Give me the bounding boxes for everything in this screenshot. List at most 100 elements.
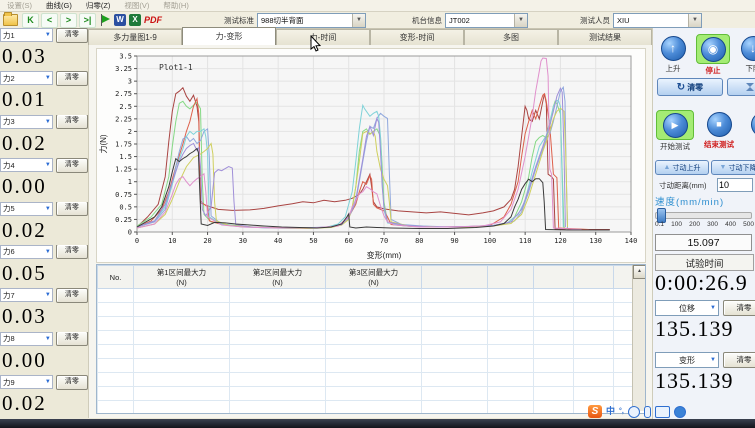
channel-clear-button[interactable]: 清零 [56, 245, 88, 260]
channel-clear-button[interactable]: 清零 [56, 332, 88, 347]
chevron-down-icon[interactable]: ▼ [45, 162, 51, 168]
channel-select[interactable]: 力4▼ [0, 158, 53, 172]
table-row[interactable] [98, 401, 647, 415]
test-standard-select[interactable]: 988切半背面▼ [257, 13, 366, 28]
machine-info-select[interactable]: JT002▼ [445, 13, 528, 28]
channel-select[interactable]: 力7▼ [0, 288, 53, 302]
table-row[interactable] [98, 289, 647, 303]
channel-clear-button[interactable]: 清零 [56, 71, 88, 86]
flag-icon[interactable] [99, 14, 111, 27]
end-test-button[interactable]: ■ 结束测试 [699, 110, 739, 150]
table-scrollbar[interactable]: ▲ [632, 265, 645, 411]
tab-5[interactable]: 多图 [464, 29, 558, 45]
jog-down-button[interactable]: ↓ 下降 [735, 34, 755, 74]
chevron-down-icon: ▼ [710, 305, 716, 311]
scrollbar-up-arrow[interactable]: ▲ [633, 265, 646, 279]
chevron-down-icon[interactable]: ▼ [45, 206, 51, 212]
sogou-ime-icon[interactable]: S [588, 405, 602, 418]
svg-text:1.5: 1.5 [119, 153, 132, 161]
chevron-down-icon[interactable]: ▼ [688, 14, 701, 27]
chevron-down-icon[interactable]: ▼ [45, 292, 51, 298]
stop-button[interactable]: ◉ 停止 [695, 34, 731, 76]
table-row[interactable] [98, 373, 647, 387]
tab-2[interactable]: 力-变形 [182, 27, 276, 45]
tab-4[interactable]: 变形-时间 [370, 29, 464, 45]
secondary-button[interactable] [727, 78, 755, 96]
displacement-select[interactable]: 位移 ▼ [655, 300, 719, 316]
speed-slider-track[interactable] [655, 212, 752, 219]
table-row[interactable] [98, 359, 647, 373]
pause-test-button[interactable]: ‖ 暂停 [743, 110, 755, 150]
channel-block: 力3▼清零0.02 [0, 115, 88, 158]
chevron-down-icon[interactable]: ▼ [45, 336, 51, 342]
channel-select[interactable]: 力8▼ [0, 332, 53, 346]
clear-all-button[interactable]: ↻ 清零 [657, 78, 723, 96]
channel-value: 0.05 [0, 259, 88, 287]
channel-select[interactable]: 力9▼ [0, 375, 53, 389]
ime-keyboard-icon[interactable] [655, 406, 670, 418]
channel-select[interactable]: 力1▼ [0, 28, 53, 42]
channel-clear-button[interactable]: 清零 [56, 158, 88, 173]
tab-3[interactable]: 力-时间 [276, 29, 370, 45]
jog-up-button[interactable]: ↑ 上升 [655, 34, 691, 74]
channel-select[interactable]: 力6▼ [0, 245, 53, 259]
table-row[interactable] [98, 303, 647, 317]
column-header [422, 266, 488, 289]
start-test-button[interactable]: ▶ 开始测试 [655, 110, 695, 152]
chevron-down-icon[interactable]: ▼ [45, 75, 51, 81]
ime-user-icon[interactable] [674, 406, 686, 418]
channel-clear-button[interactable]: 清零 [56, 202, 88, 217]
results-table-box: No.第1区间最大力(N)第2区间最大力(N)第3区间最大力(N) ▲ [96, 264, 646, 414]
chart-xlabel: 变形(mm) [367, 250, 402, 260]
test-operator-select[interactable]: XIU▼ [613, 13, 702, 28]
channel-select[interactable]: 力5▼ [0, 202, 53, 216]
menu-item[interactable]: 曲线(G) [39, 0, 79, 11]
deformation-clear-button[interactable]: 清零 [723, 352, 755, 368]
chevron-down-icon[interactable]: ▼ [45, 379, 51, 385]
pdf-export-icon[interactable]: PDF [144, 14, 162, 27]
excel-export-icon[interactable]: X [129, 14, 141, 27]
chevron-down-icon[interactable]: ▼ [45, 32, 51, 38]
ime-mic-icon[interactable] [644, 406, 651, 418]
first-record-button[interactable]: K [22, 13, 39, 28]
slider-tick-label: 400 [725, 221, 736, 228]
ime-chinese-mode-icon[interactable]: 中 [606, 405, 615, 418]
next-record-button[interactable]: > [60, 13, 77, 28]
channel-select[interactable]: 力3▼ [0, 115, 53, 129]
menu-item[interactable]: 归零(Z) [79, 0, 118, 11]
results-table[interactable]: No.第1区间最大力(N)第2区间最大力(N)第3区间最大力(N) [97, 265, 646, 414]
chevron-down-icon[interactable]: ▼ [514, 14, 527, 27]
table-row[interactable] [98, 317, 647, 331]
channel-select[interactable]: 力2▼ [0, 71, 53, 85]
jog-distance-input[interactable] [717, 178, 753, 192]
chevron-down-icon[interactable]: ▼ [45, 249, 51, 255]
ime-emoji-icon[interactable] [628, 406, 640, 418]
deformation-select[interactable]: 变形 ▼ [655, 352, 719, 368]
record-nav-buttons: K<>>| [22, 13, 96, 28]
word-export-icon[interactable]: W [114, 14, 126, 27]
channel-clear-button[interactable]: 清零 [56, 375, 88, 390]
tab-1[interactable]: 多力量图1-9 [88, 29, 182, 45]
channel-clear-button[interactable]: 清零 [56, 288, 88, 303]
last-record-button[interactable]: >| [79, 13, 96, 28]
svg-text:20: 20 [203, 237, 211, 245]
table-row[interactable] [98, 345, 647, 359]
channel-value: 0.02 [0, 216, 88, 244]
chevron-down-icon[interactable]: ▼ [352, 14, 365, 27]
channel-block: 力8▼清零0.00 [0, 332, 88, 375]
table-row[interactable] [98, 331, 647, 345]
channel-clear-button[interactable]: 清零 [56, 115, 88, 130]
displacement-clear-button[interactable]: 清零 [723, 300, 755, 316]
open-file-icon[interactable] [3, 14, 18, 27]
inch-up-button[interactable]: ▲ 寸动上升 [655, 160, 709, 175]
prev-record-button[interactable]: < [41, 13, 58, 28]
tab-6[interactable]: 测试结果 [558, 29, 652, 45]
svg-text:140: 140 [625, 237, 638, 245]
chevron-down-icon[interactable]: ▼ [45, 119, 51, 125]
tab-strip: 多力量图1-9力-变形力-时间变形-时间多图测试结果 [88, 28, 652, 46]
inch-down-button[interactable]: ▼ 寸动下降 [711, 160, 755, 175]
channel-clear-button[interactable]: 清零 [56, 28, 88, 43]
slider-tick-label: 200 [689, 221, 700, 228]
ime-punctuation-icon[interactable]: °, [619, 405, 624, 418]
table-row[interactable] [98, 387, 647, 401]
